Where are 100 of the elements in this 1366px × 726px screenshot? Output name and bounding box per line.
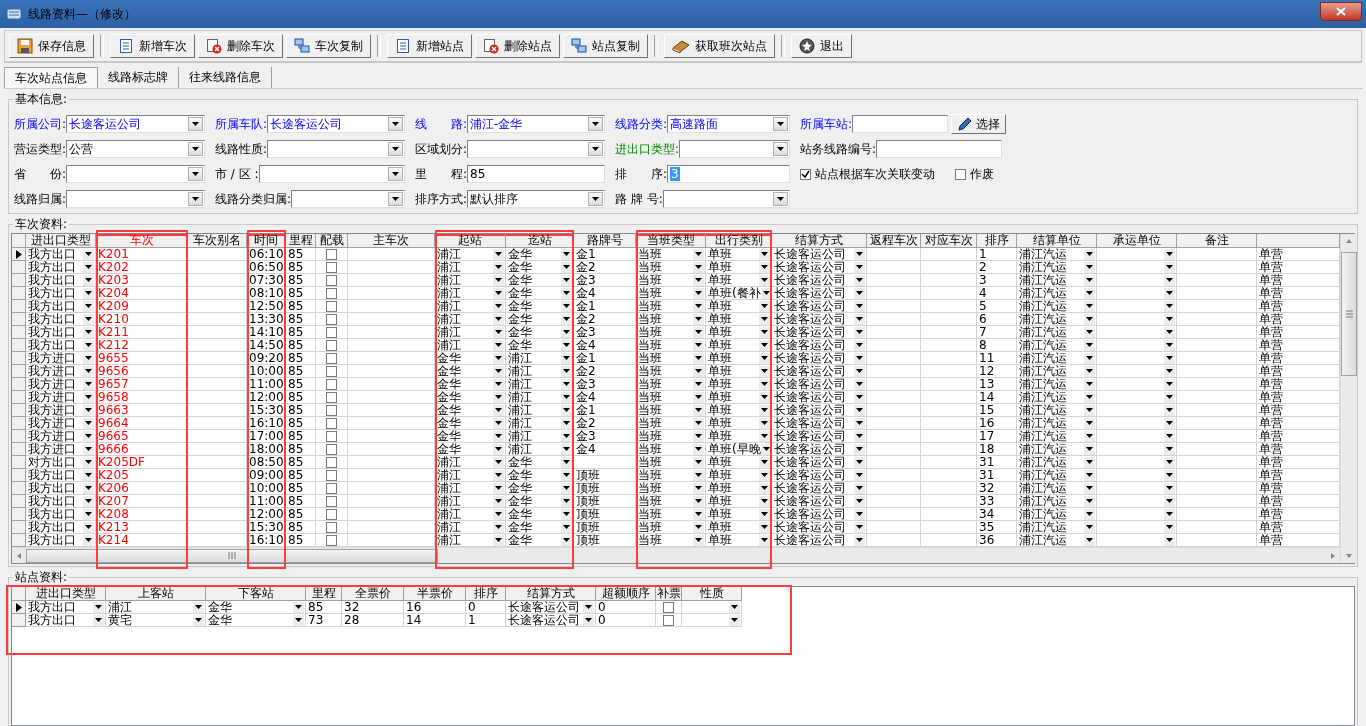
dropdown-cell[interactable]: 单班 (706, 300, 772, 313)
checkbox[interactable] (326, 326, 337, 338)
dropdown-cell[interactable]: 长途客运公司 (772, 287, 867, 300)
dropdown-cell[interactable]: 浦江汽运 (1017, 391, 1097, 404)
toolbar-button[interactable]: 获取班次站点 (664, 34, 775, 58)
dropdown-cell[interactable]: 我方出口 (26, 313, 96, 326)
dropdown-cell[interactable]: 当班 (636, 417, 706, 430)
column-header[interactable]: 时间 (247, 234, 286, 248)
dropdown-cell[interactable]: 金华 (206, 614, 306, 627)
dropdown-cell[interactable]: 金华 (506, 313, 574, 326)
dropdown-cell[interactable]: 长途客运公司 (772, 339, 867, 352)
dropdown-cell[interactable]: 金华 (435, 378, 506, 391)
dropdown-cell[interactable]: 我方进口 (26, 417, 96, 430)
dropdown-cell[interactable]: 浦江汽运 (1017, 326, 1097, 339)
dropdown-field[interactable] (467, 140, 605, 158)
dropdown-cell[interactable]: 单班 (706, 495, 772, 508)
dropdown-cell[interactable]: 金华 (506, 339, 574, 352)
dropdown-cell[interactable]: 金华 (506, 495, 574, 508)
dropdown-cell[interactable]: 金华 (506, 274, 574, 287)
column-header[interactable]: 半票价 (404, 587, 466, 601)
dropdown-cell[interactable]: 长途客运公司 (772, 248, 867, 261)
tab[interactable]: 车次站点信息 (4, 67, 98, 88)
checkbox[interactable] (326, 456, 337, 468)
checkbox[interactable] (326, 482, 337, 494)
checkbox[interactable] (663, 614, 674, 626)
dropdown-cell[interactable] (1097, 430, 1177, 443)
checkbox[interactable] (326, 417, 337, 429)
dropdown-cell[interactable] (1097, 339, 1177, 352)
dropdown-cell[interactable]: 我方进口 (26, 365, 96, 378)
dropdown-cell[interactable]: 浦江 (435, 482, 506, 495)
dropdown-cell[interactable]: 金华 (506, 482, 574, 495)
dropdown-cell[interactable] (1097, 417, 1177, 430)
dropdown-cell[interactable]: 金华 (435, 404, 506, 417)
dropdown-field[interactable]: 默认排序 (467, 190, 605, 208)
column-header[interactable]: 主车次 (348, 234, 435, 248)
dropdown-cell[interactable] (1097, 508, 1177, 521)
dropdown-cell[interactable]: 我方进口 (26, 430, 96, 443)
input-field[interactable]: 85 (467, 165, 605, 183)
dropdown-cell[interactable]: 我方出口 (26, 326, 96, 339)
dropdown-field[interactable] (679, 140, 790, 158)
dropdown-cell[interactable]: 当班 (636, 495, 706, 508)
dropdown-field[interactable]: 公营 (66, 140, 205, 158)
checkbox[interactable] (326, 352, 337, 364)
column-header[interactable]: 里程 (286, 234, 316, 248)
dropdown-cell[interactable]: 我方出口 (26, 300, 96, 313)
dropdown-cell[interactable] (1097, 261, 1177, 274)
dropdown-cell[interactable]: 浦江汽运 (1017, 248, 1097, 261)
dropdown-cell[interactable]: 浦江 (506, 391, 574, 404)
dropdown-cell[interactable]: 浦江 (435, 508, 506, 521)
dropdown-cell[interactable]: 单班 (706, 469, 772, 482)
dropdown-cell[interactable]: 当班 (636, 313, 706, 326)
column-header[interactable]: 承运单位 (1097, 234, 1177, 248)
dropdown-cell[interactable] (1097, 521, 1177, 534)
row-indicator[interactable] (12, 248, 26, 261)
dropdown-cell[interactable]: 金华 (506, 326, 574, 339)
dropdown-cell[interactable]: 当班 (636, 248, 706, 261)
dropdown-cell[interactable]: 长途客运公司 (772, 456, 867, 469)
dropdown-cell[interactable]: 浦江 (435, 313, 506, 326)
dropdown-cell[interactable]: 我方出口 (26, 614, 106, 627)
dropdown-cell[interactable]: 我方进口 (26, 404, 96, 417)
dropdown-cell[interactable]: 单班 (706, 313, 772, 326)
dropdown-cell[interactable]: 金华 (435, 443, 506, 456)
checkbox[interactable] (326, 287, 337, 299)
dropdown-cell[interactable]: 单班 (706, 417, 772, 430)
dropdown-cell[interactable]: 我方出口 (26, 469, 96, 482)
dropdown-cell[interactable]: 浦江 (435, 469, 506, 482)
dropdown-cell[interactable]: 长途客运公司 (772, 274, 867, 287)
dropdown-cell[interactable] (1097, 287, 1177, 300)
dropdown-cell[interactable]: 单班 (706, 261, 772, 274)
dropdown-cell[interactable]: 长途客运公司 (772, 430, 867, 443)
column-header[interactable]: 结算单位 (1017, 234, 1097, 248)
dropdown-cell[interactable]: 浦江汽运 (1017, 521, 1097, 534)
dropdown-cell[interactable]: 我方出口 (26, 601, 106, 614)
dropdown-cell[interactable]: 长途客运公司 (772, 404, 867, 417)
dropdown-cell[interactable]: 当班 (636, 508, 706, 521)
dropdown-cell[interactable]: 金华 (506, 287, 574, 300)
dropdown-cell[interactable] (1097, 300, 1177, 313)
dropdown-cell[interactable]: 浦江汽运 (1017, 443, 1097, 456)
dropdown-cell[interactable]: 长途客运公司 (772, 521, 867, 534)
toolbar-button[interactable]: 新增站点 (387, 34, 472, 58)
dropdown-cell[interactable] (1097, 469, 1177, 482)
dropdown-cell[interactable]: 浦江 (506, 378, 574, 391)
dropdown-cell[interactable]: 金华 (435, 417, 506, 430)
dropdown-cell[interactable] (1097, 313, 1177, 326)
dropdown-cell[interactable]: 长途客运公司 (772, 300, 867, 313)
dropdown-cell[interactable]: 金华 (506, 521, 574, 534)
dropdown-cell[interactable]: 当班 (636, 365, 706, 378)
dropdown-cell[interactable] (1097, 456, 1177, 469)
dropdown-cell[interactable]: 长途客运公司 (772, 482, 867, 495)
dropdown-cell[interactable]: 金华 (506, 508, 574, 521)
toolbar-button[interactable]: 保存信息 (9, 34, 94, 58)
dropdown-cell[interactable]: 我方进口 (26, 443, 96, 456)
dropdown-cell[interactable] (1097, 378, 1177, 391)
column-header[interactable]: 出行类别 (706, 234, 772, 248)
toolbar-button[interactable]: 删除车次 (198, 34, 283, 58)
toolbar-button[interactable]: 车次复制 (286, 34, 371, 58)
dropdown-cell[interactable] (1097, 352, 1177, 365)
column-header[interactable]: 当班类型 (636, 234, 706, 248)
column-header[interactable]: 上客站 (106, 587, 206, 601)
dropdown-cell[interactable]: 单班 (706, 456, 772, 469)
